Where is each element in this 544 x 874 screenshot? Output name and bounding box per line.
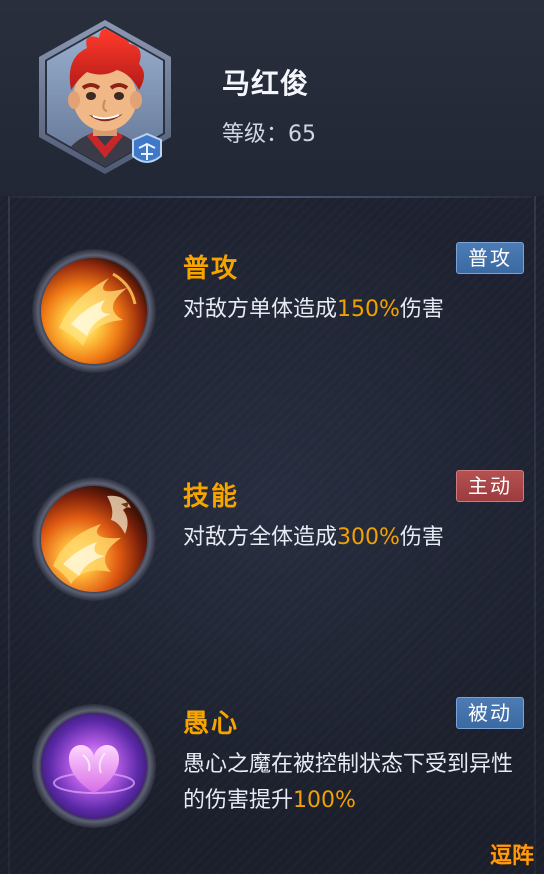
skill-desc-value: 100% — [293, 788, 356, 813]
level-label: 等级： — [222, 122, 289, 147]
level-value: 65 — [288, 122, 317, 147]
skill-row-passive[interactable]: 愚心 被动 愚心之魔在被控制状态下受到异性的伤害提升100% — [0, 697, 544, 867]
hero-avatar[interactable] — [35, 18, 175, 176]
fire-strike-icon — [32, 249, 156, 373]
hero-name: 马红俊 — [222, 67, 310, 100]
hero-portrait-icon — [39, 20, 171, 174]
skill-desc-text: 对敌方全体造成 — [183, 525, 338, 550]
skill-name: 愚心 — [183, 709, 240, 739]
skill-desc-text-end: 伤害 — [399, 525, 444, 550]
skill-type-tag: 被动 — [456, 697, 524, 729]
watermark-logo: 逗阵 — [489, 844, 534, 869]
skill-icon — [31, 703, 157, 829]
skill-desc-value: 300% — [337, 525, 400, 550]
skill-name: 普攻 — [183, 254, 240, 284]
skill-type-tag: 普攻 — [456, 242, 524, 274]
header-divider — [12, 196, 532, 198]
skill-row-active[interactable]: 技能 主动 对敌方全体造成300%伤害 — [0, 470, 544, 640]
skill-description: 对敌方单体造成150%伤害 — [183, 292, 528, 328]
hero-level: 等级：65 — [222, 116, 316, 148]
rank-badge-icon — [132, 132, 162, 163]
hero-header: 马红俊 等级：65 — [0, 0, 544, 196]
skill-description: 对敌方全体造成300%伤害 — [183, 520, 528, 556]
phoenix-fire-icon — [32, 477, 156, 601]
skill-desc-text: 对敌方单体造成 — [183, 297, 338, 322]
skill-panel: 马红俊 等级：65 普攻 普攻 对敌方单体造成150%伤害 技能 主动 对敌方全… — [0, 0, 544, 874]
purple-heart-icon — [32, 704, 156, 828]
skill-type-tag: 主动 — [456, 470, 524, 502]
skill-icon — [31, 476, 157, 602]
skill-desc-value: 150% — [337, 297, 400, 322]
skill-row-normal-attack[interactable]: 普攻 普攻 对敌方单体造成150%伤害 — [0, 242, 544, 412]
skill-name: 技能 — [183, 482, 240, 512]
skill-desc-text-end: 伤害 — [399, 297, 444, 322]
skill-icon — [31, 248, 157, 374]
skill-description: 愚心之魔在被控制状态下受到异性的伤害提升100% — [183, 747, 528, 819]
